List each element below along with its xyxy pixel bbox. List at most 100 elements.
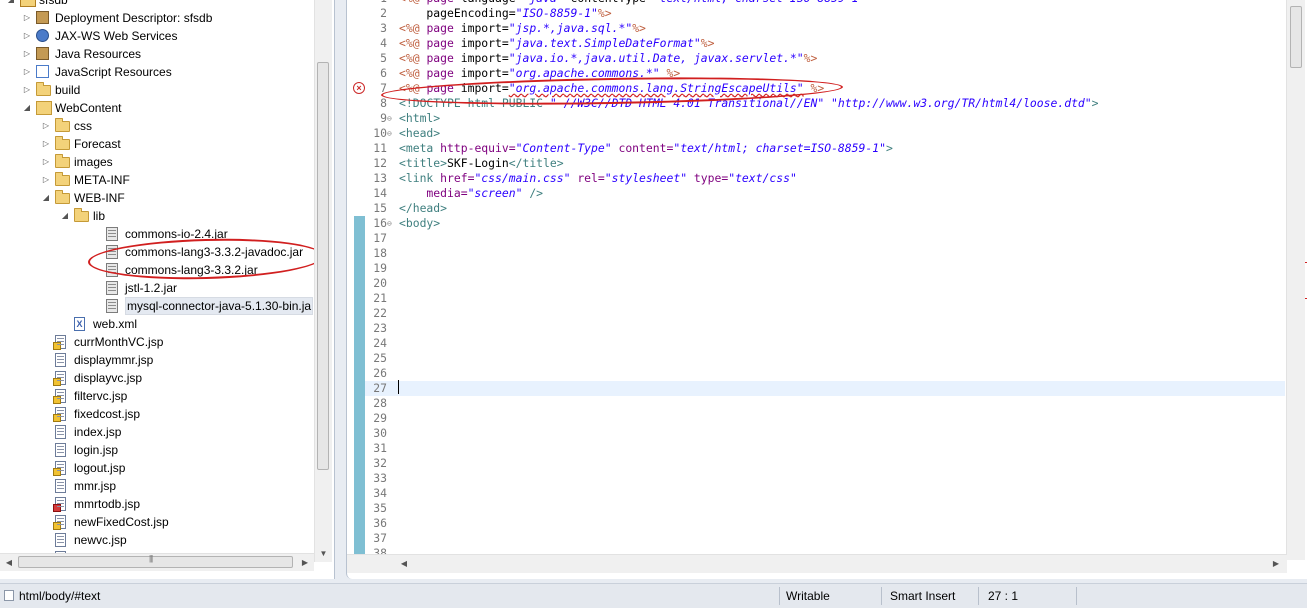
code-line[interactable]: 12 <title>SKF-Login</title> [365,156,1285,171]
tree-item[interactable]: displayvc.jsp [0,369,314,387]
code-line[interactable]: 8 <!DOCTYPE html PUBLIC "-//W3C//DTD HTML… [365,96,1285,111]
code-line[interactable]: 36 [365,516,1285,531]
collapsed-twisty-icon[interactable]: ▷ [41,117,51,135]
code-text[interactable]: </head> [399,201,447,216]
fold-toggle-icon[interactable]: ⊖ [387,216,395,231]
explorer-vertical-scrollbar[interactable]: ▼ [314,0,332,562]
code-line[interactable]: 25 [365,351,1285,366]
scroll-right-arrow-icon[interactable]: ▶ [1269,555,1283,573]
tree-item[interactable]: ◢ WEB-INF [0,189,314,207]
expanded-twisty-icon[interactable]: ◢ [22,99,32,117]
tree-item[interactable]: login.jsp [0,441,314,459]
code-line[interactable]: 33 [365,471,1285,486]
expanded-twisty-icon[interactable]: ◢ [60,207,70,225]
code-text[interactable]: <%@ page import="org.apache.commons.*" %… [399,66,680,81]
tree-item[interactable]: commons-lang3-3.3.2-javadoc.jar [0,243,314,261]
tree-item[interactable]: displaymmr.jsp [0,351,314,369]
explorer-horizontal-scroll-thumb[interactable] [18,554,293,568]
scroll-down-arrow-icon[interactable]: ▼ [315,546,332,562]
code-line[interactable]: 35 [365,501,1285,516]
code-text[interactable]: <link href="css/main.css" rel="styleshee… [399,171,797,186]
collapsed-twisty-icon[interactable]: ▷ [22,9,32,27]
code-line[interactable]: 18 [365,246,1285,261]
tree-item[interactable]: ▷ Deployment Descriptor: sfsdb [0,9,314,27]
error-marker-icon[interactable]: × [353,82,365,94]
tree-item[interactable]: mmrtodb.jsp [0,495,314,513]
collapsed-twisty-icon[interactable]: ▷ [41,153,51,171]
tree-item[interactable]: ◢ lib [0,207,314,225]
tree-item[interactable]: filtervc.jsp [0,387,314,405]
editor-vertical-scrollbar[interactable] [1286,0,1306,560]
code-line[interactable]: 34 [365,486,1285,501]
tree-item[interactable]: commons-io-2.4.jar [0,225,314,243]
collapsed-twisty-icon[interactable]: ▷ [41,135,51,153]
code-line[interactable]: 13 <link href="css/main.css" rel="stylesh… [365,171,1285,186]
code-text[interactable]: <meta http-equiv="Content-Type" content=… [399,141,893,156]
code-line[interactable]: 32 [365,456,1285,471]
tree-item[interactable]: ▷ Forecast [0,135,314,153]
tree-item[interactable]: ◢ WebContent [0,99,314,117]
collapsed-twisty-icon[interactable]: ▷ [22,81,32,99]
expanded-twisty-icon[interactable]: ◢ [41,189,51,207]
scroll-left-arrow-icon[interactable]: ◀ [397,555,411,573]
code-text[interactable]: pageEncoding="ISO-8859-1"%> [399,6,611,21]
tree-item[interactable]: commons-lang3-3.3.2.jar [0,261,314,279]
explorer-vertical-scroll-thumb[interactable] [317,62,329,470]
code-line[interactable]: 17 [365,231,1285,246]
code-line[interactable]: 4 <%@ page import="java.text.SimpleDateFo… [365,36,1285,51]
tree-item[interactable]: ▷ JavaScript Resources [0,63,314,81]
code-line[interactable]: 10 ⊖ <head> [365,126,1285,141]
code-text[interactable]: <title>SKF-Login</title> [399,156,564,171]
code-line[interactable]: 28 [365,396,1285,411]
code-line[interactable]: 37 [365,531,1285,546]
code-text[interactable]: <body> [399,216,440,231]
editor-vertical-scroll-thumb[interactable] [1290,6,1302,68]
code-line[interactable]: 30 [365,426,1285,441]
code-line[interactable]: 27 [365,381,1285,396]
tree-item[interactable]: newvc.jsp [0,531,314,549]
tree-item[interactable]: ▷ META-INF [0,171,314,189]
code-line[interactable]: 14 media="screen" /> [365,186,1285,201]
scroll-right-arrow-icon[interactable]: ▶ [298,554,312,571]
code-text[interactable]: media="screen" /> [399,186,543,201]
code-text[interactable]: <%@ page import="jsp.*,java.sql.*"%> [399,21,646,36]
code-line[interactable]: 19 [365,261,1285,276]
tree-item[interactable]: ▷ build [0,81,314,99]
code-lines[interactable]: 1<%@ page language="java" contentType="t… [365,0,1285,561]
collapsed-twisty-icon[interactable]: ▷ [22,27,32,45]
code-line[interactable]: 7 <%@ page import="org.apache.commons.lan… [365,81,1285,96]
code-line[interactable]: 15 </head> [365,201,1285,216]
jsp-source-editor[interactable]: × 1<%@ page language="java" contentType=… [346,0,1307,579]
tree-item[interactable]: fixedcost.jsp [0,405,314,423]
code-text[interactable]: <%@ page import="java.text.SimpleDateFor… [399,36,715,51]
code-line[interactable]: 6 <%@ page import="org.apache.commons.*" … [365,66,1285,81]
collapsed-twisty-icon[interactable]: ▷ [22,45,32,63]
tree-item[interactable]: ▷ JAX-WS Web Services [0,27,314,45]
tree-item[interactable]: ◢ sfsdb [0,0,314,9]
code-line[interactable]: 9 ⊖ <html> [365,111,1285,126]
code-line[interactable]: 24 [365,336,1285,351]
code-text[interactable]: <html> [399,111,440,126]
tree-item[interactable]: mysql-connector-java-5.1.30-bin.ja [0,297,314,315]
fold-toggle-icon[interactable]: ⊖ [387,126,395,141]
code-line[interactable]: 3 <%@ page import="jsp.*,java.sql.*"%> [365,21,1285,36]
editor-horizontal-scrollbar[interactable]: ◀ ▶ [347,554,1287,573]
explorer-horizontal-scrollbar[interactable]: ◀ ▶ [0,553,314,571]
code-text[interactable]: <%@ page import="java.io.*,java.util.Dat… [399,51,817,66]
tree-item[interactable]: Xweb.xml [0,315,314,333]
code-line[interactable]: 16 ⊖ <body> [365,216,1285,231]
tree-item[interactable]: logout.jsp [0,459,314,477]
code-line[interactable]: 21 [365,291,1285,306]
code-line[interactable]: 20 [365,276,1285,291]
tree-item[interactable]: jstl-1.2.jar [0,279,314,297]
code-text[interactable]: <head> [399,126,440,141]
code-line[interactable]: 31 [365,441,1285,456]
code-line[interactable]: 23 [365,321,1285,336]
tree-item[interactable]: ▷ css [0,117,314,135]
expanded-twisty-icon[interactable]: ◢ [6,0,16,9]
code-text[interactable]: <%@ page import="org.apache.commons.lang… [399,81,824,96]
code-line[interactable]: 29 [365,411,1285,426]
tree-item[interactable]: index.jsp [0,423,314,441]
tree-item[interactable]: ▷ Java Resources [0,45,314,63]
tree-item[interactable]: newFixedCost.jsp [0,513,314,531]
